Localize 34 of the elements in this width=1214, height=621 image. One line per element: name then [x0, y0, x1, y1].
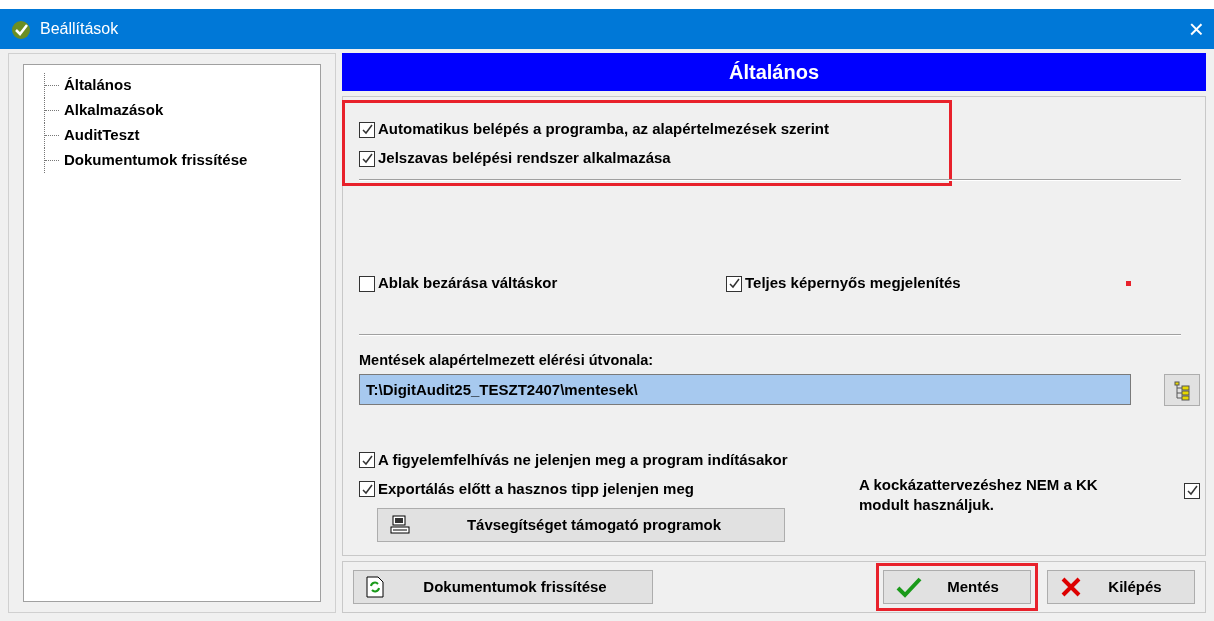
- tree-item[interactable]: AuditTeszt: [62, 124, 142, 147]
- computer-icon: [390, 514, 410, 535]
- checkbox-label: Automatikus belépés a programba, az alapértelmezések szerint: [378, 119, 829, 140]
- refresh-icon: [366, 576, 384, 598]
- tree-item[interactable]: Dokumentumok frissítése: [62, 149, 250, 172]
- checkbox[interactable]: [726, 275, 742, 292]
- checkbox-label: Teljes képernyős megjelenítés: [745, 273, 961, 294]
- checkbox[interactable]: [359, 121, 375, 138]
- checkbox[interactable]: [359, 275, 375, 292]
- window-title: Beállítások: [40, 19, 119, 39]
- field-label: Mentések alapértelmezett elérési útvonala:: [359, 351, 655, 370]
- checkbox-label: Exportálás előtt a hasznos tipp jelenjen meg: [378, 479, 694, 499]
- cross-icon: [1060, 577, 1082, 597]
- checkbox-label: A figyelemfelhívás ne jelenjen meg a program indításakor: [378, 450, 788, 470]
- checkbox[interactable]: [359, 452, 375, 469]
- tree-item[interactable]: Alkalmazások: [62, 99, 166, 122]
- checkbox-label: Jelszavas belépési rendszer alkalmazása: [378, 148, 671, 169]
- check-icon: [896, 576, 922, 598]
- checkbox[interactable]: [1184, 482, 1200, 499]
- checkbox[interactable]: [359, 481, 375, 498]
- path-field[interactable]: T:\DigitAudit25_TESZT2407\mentesek\: [359, 374, 1131, 406]
- checkbox-label: Ablak bezárása váltáskor: [378, 273, 558, 294]
- tree-item[interactable]: Általános: [62, 74, 134, 97]
- remote-support-button[interactable]: Távsegítséget támogató programok: [377, 507, 785, 542]
- refresh-button[interactable]: Dokumentumok frissítése: [353, 570, 653, 604]
- exit-button[interactable]: Kilépés: [1047, 570, 1195, 604]
- checkbox-label: A kockázattervezéshez NEM a KK modult használjuk.: [859, 474, 1099, 515]
- save-button[interactable]: Mentés: [883, 570, 1031, 604]
- close-button[interactable]: ×: [1188, 9, 1204, 49]
- browse-button[interactable]: [1164, 373, 1200, 406]
- section-header: Általános: [342, 53, 1206, 91]
- folder-tree-icon: [1173, 380, 1191, 401]
- checkbox[interactable]: [359, 150, 375, 167]
- app-icon: [10, 18, 32, 40]
